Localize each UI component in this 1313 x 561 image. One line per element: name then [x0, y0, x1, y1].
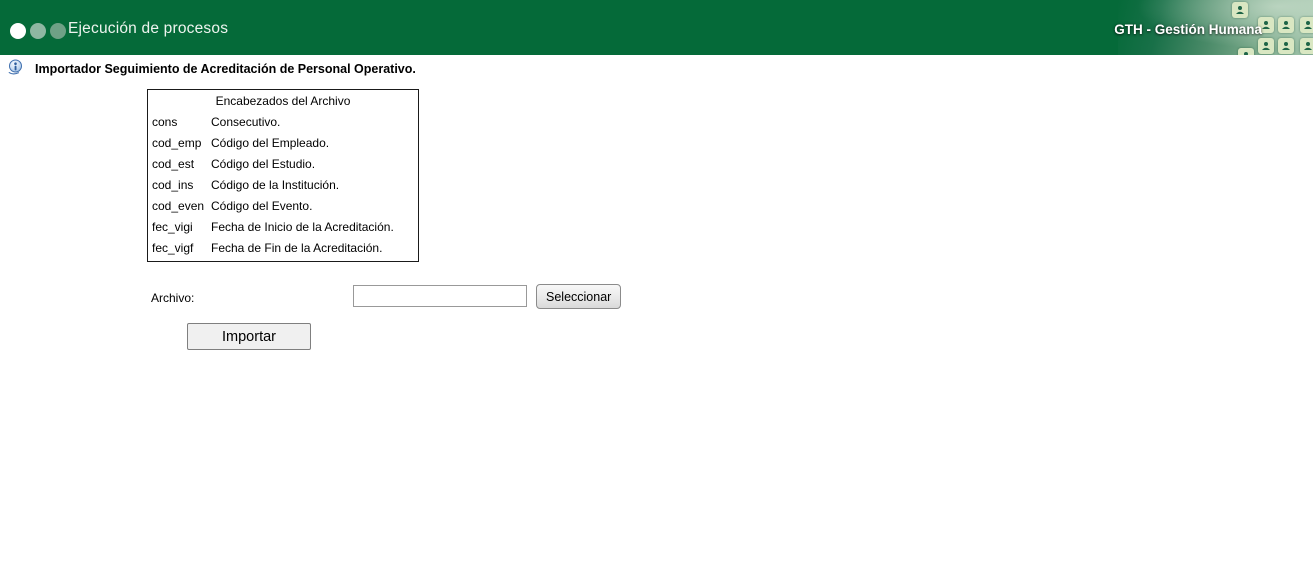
page-title: Importador Seguimiento de Acreditación d… [35, 62, 416, 76]
person-tile-icon [1238, 48, 1254, 55]
file-headers-table: Encabezados del Archivo cons Consecutivo… [147, 89, 419, 262]
window-dots [10, 23, 66, 39]
dot-icon-muted-green [50, 23, 66, 39]
brand-label: GTH - Gestión Humana [1114, 22, 1262, 37]
header-desc: Código del Estudio. [211, 157, 316, 171]
header-desc: Código del Evento. [211, 199, 313, 213]
table-row: fec_vigi Fecha de Inicio de la Acreditac… [152, 217, 414, 238]
person-tile-icon [1300, 17, 1313, 33]
app-title: Ejecución de procesos [68, 20, 229, 37]
table-row: cons Consecutivo. [152, 112, 414, 133]
select-file-button[interactable]: Seleccionar [536, 284, 622, 309]
table-row: fec_vigf Fecha de Fin de la Acreditación… [152, 238, 414, 259]
dot-icon-light-green [30, 23, 46, 39]
header-code: cons [152, 115, 178, 129]
header-code: cod_emp [152, 136, 202, 150]
header-desc: Fecha de Inicio de la Acreditación. [211, 220, 394, 234]
header-code: cod_est [152, 157, 195, 171]
header-bar: Ejecución de procesos GTH - Gestión Huma… [0, 0, 1313, 55]
file-headers-title: Encabezados del Archivo [215, 94, 351, 108]
person-tile-icon [1258, 38, 1274, 54]
header-code: cod_ins [152, 178, 194, 192]
person-tile-icon [1278, 17, 1294, 33]
file-path-input[interactable] [353, 285, 527, 307]
table-row: cod_ins Código de la Institución. [152, 175, 414, 196]
header-desc: Consecutivo. [211, 115, 281, 129]
info-icon[interactable] [7, 59, 24, 76]
header-code: fec_vigi [152, 220, 193, 234]
header-code: cod_even [152, 199, 205, 213]
table-row: cod_est Código del Estudio. [152, 154, 414, 175]
person-tile-icon [1232, 2, 1248, 18]
person-tile-icon [1278, 38, 1294, 54]
table-row: cod_even Código del Evento. [152, 196, 414, 217]
header-code: fec_vigf [152, 241, 194, 255]
dot-icon-white [10, 23, 26, 39]
import-button[interactable]: Importar [187, 323, 311, 350]
person-tile-icon [1300, 38, 1313, 54]
header-desc: Código del Empleado. [211, 136, 330, 150]
header-desc: Fecha de Fin de la Acreditación. [211, 241, 383, 255]
file-label: Archivo: [151, 291, 195, 305]
header-desc: Código de la Institución. [211, 178, 340, 192]
table-row: cod_emp Código del Empleado. [152, 133, 414, 154]
